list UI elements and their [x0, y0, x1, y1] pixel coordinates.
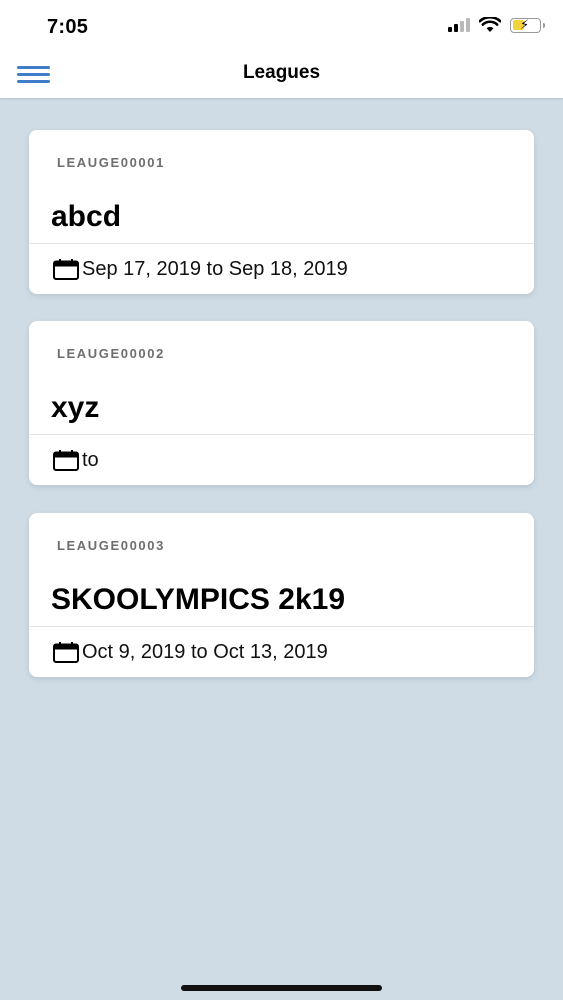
league-dates-text: Oct 9, 2019 to Oct 13, 2019 [82, 641, 328, 663]
league-dates: Sep 17, 2019 to Sep 18, 2019 [53, 258, 348, 281]
page-title: Leagues [242, 62, 321, 83]
calendar-icon [53, 450, 79, 471]
league-card[interactable]: LEAUGE00001 abcd Sep 17, 2019 to Sep 18,… [29, 130, 534, 294]
calendar-icon [53, 259, 79, 280]
card-divider [29, 243, 534, 244]
card-divider [29, 434, 534, 435]
header-bar: 7:05 ⚡ Leagues [0, 0, 563, 98]
league-code: LEAUGE00001 [57, 155, 165, 170]
league-name: SKOOLYMPICS 2k19 [51, 583, 346, 616]
home-indicator[interactable] [181, 985, 382, 991]
league-card[interactable]: LEAUGE00002 xyz to [29, 321, 534, 485]
league-dates-text: to [82, 449, 99, 471]
status-icons: ⚡ [448, 17, 545, 33]
league-code: LEAUGE00002 [57, 346, 165, 361]
league-name: xyz [51, 391, 100, 424]
league-card[interactable]: LEAUGE00003 SKOOLYMPICS 2k19 Oct 9, 2019… [29, 513, 534, 677]
status-time: 7:05 [47, 16, 89, 38]
cellular-signal-icon [448, 18, 470, 32]
league-code: LEAUGE00003 [57, 538, 165, 553]
card-divider [29, 626, 534, 627]
calendar-icon [53, 642, 79, 663]
league-dates: to [53, 449, 99, 472]
battery-charging-icon: ⚡ [510, 17, 545, 33]
league-name: abcd [51, 200, 122, 233]
wifi-icon [479, 17, 501, 32]
league-dates: Oct 9, 2019 to Oct 13, 2019 [53, 641, 328, 664]
league-dates-text: Sep 17, 2019 to Sep 18, 2019 [82, 258, 348, 280]
